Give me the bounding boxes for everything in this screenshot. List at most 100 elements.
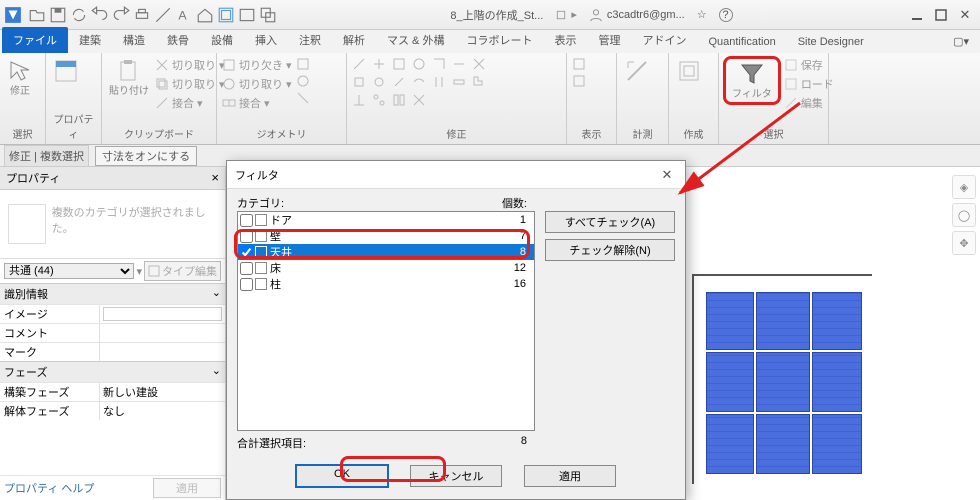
tab-file[interactable]: ファイル bbox=[2, 27, 68, 53]
geom-tool-2[interactable] bbox=[295, 73, 311, 89]
type-selector[interactable]: 共通 (44) bbox=[4, 263, 134, 279]
nav-cube-icon[interactable]: ◈ bbox=[952, 175, 976, 199]
props-close-icon[interactable]: × bbox=[211, 170, 219, 186]
switch-windows-icon[interactable] bbox=[259, 6, 277, 24]
item-checkbox[interactable] bbox=[240, 278, 253, 291]
prop-image-field[interactable] bbox=[103, 307, 222, 321]
item-checkbox[interactable] bbox=[240, 262, 253, 275]
view-tool2[interactable] bbox=[571, 73, 587, 89]
uncheck-all-button[interactable]: チェック解除(N) bbox=[545, 239, 675, 261]
sync-icon[interactable] bbox=[70, 6, 88, 24]
join-button[interactable]: 接合 ▾ bbox=[221, 94, 293, 112]
view-tool1[interactable] bbox=[571, 56, 587, 72]
props-apply-button: 適用 bbox=[153, 478, 221, 498]
props-title: プロパティ bbox=[6, 170, 60, 186]
tab-sitedesigner[interactable]: Site Designer bbox=[787, 31, 875, 53]
save-icon[interactable] bbox=[49, 6, 67, 24]
tab-systems[interactable]: 設備 bbox=[200, 27, 244, 53]
tab-massing[interactable]: マス & 外構 bbox=[376, 27, 455, 53]
tab-annotate[interactable]: 注釈 bbox=[288, 27, 332, 53]
prop-comment-value[interactable] bbox=[100, 332, 225, 334]
filter-button[interactable]: フィルタ bbox=[729, 59, 775, 102]
nav-wheel-icon[interactable]: ◯ bbox=[952, 203, 976, 227]
prop-build-phase-value[interactable]: 新しい建設 bbox=[100, 383, 225, 401]
tab-architecture[interactable]: 建築 bbox=[68, 27, 112, 53]
minimize-icon[interactable] bbox=[906, 5, 928, 25]
category-list[interactable]: ドア1 壁7 天井8 床12 柱16 bbox=[237, 211, 535, 431]
tab-steel[interactable]: 鉄骨 bbox=[156, 27, 200, 53]
search-box[interactable]: ▸ bbox=[555, 8, 577, 21]
panel-select: 選択 bbox=[4, 124, 41, 144]
modify-tool[interactable]: 修正 bbox=[4, 56, 36, 99]
tab-quantification[interactable]: Quantification bbox=[697, 31, 786, 53]
tab-structure[interactable]: 構造 bbox=[112, 27, 156, 53]
open-icon[interactable] bbox=[28, 6, 46, 24]
tab-insert[interactable]: 挿入 bbox=[244, 27, 288, 53]
panel-create: 作成 bbox=[673, 124, 714, 144]
user-account[interactable]: c3cadtr6@gm... bbox=[589, 8, 685, 22]
tab-view[interactable]: 表示 bbox=[543, 27, 587, 53]
type-edit-button[interactable]: タイプ編集 bbox=[144, 261, 221, 281]
dialog-title: フィルタ bbox=[235, 167, 279, 183]
document-name: 8_上階の作成_St... bbox=[450, 7, 543, 23]
cope-button[interactable]: 切り欠き ▾ bbox=[221, 56, 293, 74]
thin-lines-icon[interactable] bbox=[217, 6, 235, 24]
item-checkbox[interactable] bbox=[240, 246, 253, 259]
props-help-link[interactable]: プロパティ ヘルプ bbox=[4, 480, 94, 496]
panel-clipboard: クリップボード bbox=[106, 124, 212, 144]
cut-button[interactable]: 切り取り ▾ bbox=[154, 56, 226, 74]
section-expand-icon[interactable]: ⌄ bbox=[212, 286, 221, 302]
maximize-icon[interactable] bbox=[930, 5, 952, 25]
modify-tool-row3[interactable] bbox=[351, 92, 562, 108]
tab-manage[interactable]: 管理 bbox=[587, 27, 631, 53]
modify-tool-row2[interactable] bbox=[351, 74, 562, 90]
section-expand-icon[interactable]: ⌄ bbox=[212, 364, 221, 380]
list-item: 壁7 bbox=[238, 228, 534, 244]
undo-icon[interactable] bbox=[91, 6, 109, 24]
panel-modify: 修正 bbox=[351, 124, 562, 144]
item-checkbox[interactable] bbox=[240, 230, 253, 243]
check-all-button[interactable]: すべてチェック(A) bbox=[545, 211, 675, 233]
total-label: 合計選択項目: bbox=[237, 435, 485, 451]
ribbon-minimize-icon[interactable]: ▢▾ bbox=[942, 30, 980, 53]
prop-mark-value[interactable] bbox=[100, 351, 225, 353]
tab-collaborate[interactable]: コラボレート bbox=[455, 27, 543, 53]
tab-addins[interactable]: アドイン bbox=[631, 27, 697, 53]
selected-elements bbox=[706, 292, 876, 477]
measure-button[interactable] bbox=[621, 56, 653, 86]
list-item: 天井8 bbox=[238, 244, 534, 260]
prop-comment-label: コメント bbox=[0, 324, 100, 342]
prop-demo-phase-value[interactable]: なし bbox=[100, 402, 225, 420]
close-hidden-icon[interactable] bbox=[238, 6, 256, 24]
match-button[interactable]: 接合 ▾ bbox=[154, 94, 226, 112]
paste-button[interactable]: 貼り付け bbox=[106, 56, 152, 99]
ok-button[interactable]: OK bbox=[296, 465, 388, 487]
item-checkbox[interactable] bbox=[240, 214, 253, 227]
apply-button[interactable]: 適用 bbox=[524, 465, 616, 487]
nav-pan-icon[interactable]: ✥ bbox=[952, 231, 976, 255]
print-icon[interactable] bbox=[133, 6, 151, 24]
cut-geom-button[interactable]: 切り取り ▾ bbox=[221, 75, 293, 93]
home-icon[interactable] bbox=[196, 6, 214, 24]
create-button[interactable] bbox=[673, 56, 705, 86]
dialog-close-icon[interactable]: ✕ bbox=[657, 167, 677, 183]
modify-tool-row[interactable] bbox=[351, 56, 562, 72]
close-icon[interactable]: ✕ bbox=[954, 5, 976, 25]
panel-measure: 計測 bbox=[621, 124, 664, 144]
tab-analyze[interactable]: 解析 bbox=[332, 27, 376, 53]
favorites-icon[interactable]: ☆ bbox=[697, 8, 707, 21]
geom-tool-1[interactable] bbox=[295, 56, 311, 72]
copy-button[interactable]: 切り取り ▾ bbox=[154, 75, 226, 93]
prop-demo-phase-label: 解体フェーズ bbox=[0, 402, 100, 420]
measure-icon[interactable] bbox=[154, 6, 172, 24]
geom-tool-3[interactable] bbox=[295, 90, 311, 106]
activate-dims-button[interactable]: 寸法をオンにする bbox=[95, 146, 197, 166]
multi-category-msg: 複数のカテゴリが選択されました。 bbox=[0, 190, 225, 258]
properties-button[interactable] bbox=[50, 56, 82, 86]
context-label: 修正 | 複数選択 bbox=[4, 145, 89, 167]
cancel-button[interactable]: キャンセル bbox=[410, 465, 502, 487]
section-phase: フェーズ bbox=[4, 364, 47, 380]
text-icon[interactable]: A bbox=[175, 6, 193, 24]
help-icon[interactable]: ? bbox=[719, 8, 733, 22]
redo-icon[interactable] bbox=[112, 6, 130, 24]
